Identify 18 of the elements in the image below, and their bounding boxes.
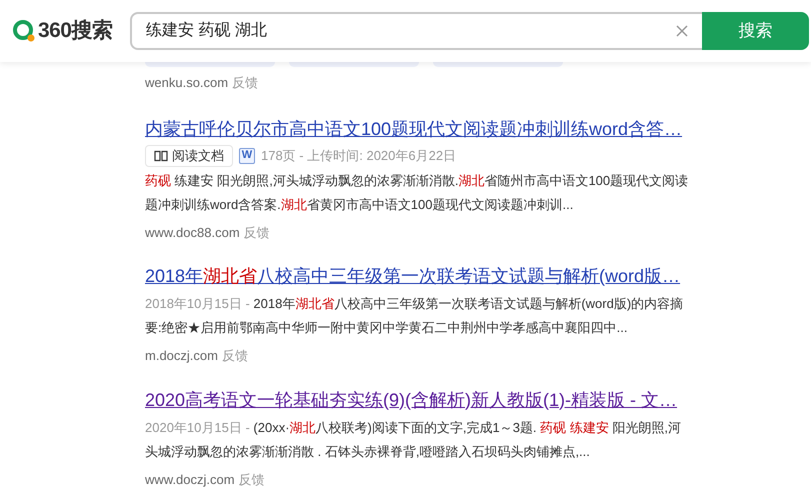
read-document-button[interactable]: 阅读文档 [145,144,233,166]
result-snippet: 药砚 练建安 阳光朗照,河头城浮动飘忽的浓雾渐渐消散.湖北省随州市高中语文100题现代文阅读题冲刺训练word含答案.湖北省黄冈市高中语文100题现代文阅读题冲刺训... [145,172,690,214]
related-search-chip[interactable] [289,62,419,67]
document-info: 178页 - 上传时间: 2020年6月22日 [261,146,456,165]
related-search-chip[interactable] [433,62,563,67]
book-icon [154,150,168,162]
logo-text: 360搜索 [38,18,112,44]
result-snippet: 2020年10月15日 - (20xx·湖北八校联考)阅读下面的文字,完成1～3题. 药砚 练建安 阳光朗照,河头城浮动飘忽的浓雾渐渐消散 . 石钵头赤裸脊背,噔噔踏入石坝码头肉铺摊点,... [145,418,682,460]
logo-icon [12,19,36,43]
word-file-icon: W [239,148,255,164]
site-url: m.doczj.com [145,347,218,365]
site-url: wenku.so.com [145,74,228,92]
site-url: www.doc88.com [145,224,240,242]
result-snippet: 2018年10月15日 - 2018年湖北省八校高中三年级第一次联考语文试题与解析(word版)的内容摘要:绝密★启用前鄂南高中华师一附中黄冈中学黄石二中荆州中学孝感高中襄阳四中... [145,295,684,337]
clear-icon[interactable] [676,25,688,37]
search-field[interactable]: 练建安 药砚 湖北 [130,12,702,50]
related-search-chip[interactable] [145,62,275,67]
site-url: www.doczj.com [145,470,235,489]
